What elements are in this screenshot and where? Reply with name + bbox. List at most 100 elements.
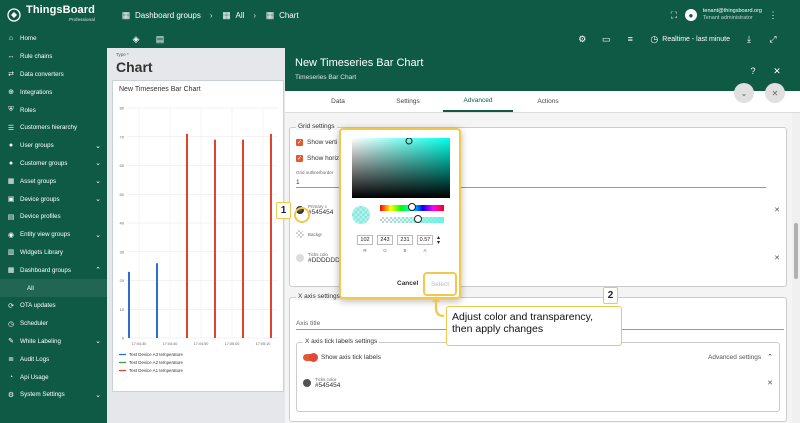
- chevron-up-icon[interactable]: ⌃: [95, 266, 101, 274]
- cancel-button[interactable]: Cancel: [397, 280, 418, 287]
- sidebar-item-data-converters[interactable]: ⇄ Data converters: [0, 66, 107, 84]
- green-input[interactable]: 243: [377, 235, 393, 245]
- chart-widget[interactable]: New Timeseries Bar Chart 0 10 20 30 40 50 60 70…: [112, 80, 284, 392]
- chevron-down-icon[interactable]: ⌄: [95, 177, 101, 185]
- red-input[interactable]: 102: [357, 235, 373, 245]
- sidebar-item-user-groups[interactable]: ● User groups ⌄: [0, 137, 107, 155]
- saturation-value-area[interactable]: [352, 138, 450, 198]
- sidebar-item-home[interactable]: ⌂ Home: [0, 30, 107, 48]
- clear-icon[interactable]: ✕: [774, 206, 780, 214]
- show-tick-labels-toggle[interactable]: [303, 352, 318, 362]
- show-horizontal-row[interactable]: ✓ Show horiz: [296, 155, 339, 162]
- alpha-slider-handle[interactable]: [414, 215, 422, 223]
- timewindow[interactable]: ◷ Realtime - last minute: [649, 34, 730, 44]
- blue-input[interactable]: 231: [397, 235, 413, 245]
- brand-logo[interactable]: ThingsBoard Professional: [0, 0, 107, 30]
- expand-icon[interactable]: ⤢: [768, 34, 778, 44]
- sidebar-item-customer-groups[interactable]: ● Customer groups ⌄: [0, 155, 107, 173]
- avatar[interactable]: ●: [684, 9, 697, 21]
- advanced-settings-link[interactable]: Advanced settings: [708, 354, 761, 361]
- panel-scrollbar[interactable]: [792, 113, 800, 423]
- outline-label: Grid outline/border: [296, 170, 334, 175]
- sidebar-item-label: Roles: [20, 106, 36, 114]
- chevron-down-icon[interactable]: ⌄: [95, 337, 101, 345]
- breadcrumb-separator: ›: [209, 10, 213, 20]
- show-tick-labels-row[interactable]: Show axis tick labels Advanced settings …: [303, 352, 773, 362]
- chevron-down-icon[interactable]: ⌄: [95, 195, 101, 203]
- breadcrumb-item-dashboard-groups[interactable]: Dashboard groups: [135, 11, 201, 20]
- sidebar-item-all[interactable]: All: [0, 279, 107, 297]
- breadcrumb-item-all[interactable]: All: [236, 11, 245, 20]
- download-icon[interactable]: ⤓: [744, 34, 754, 44]
- filter-icon[interactable]: ≡: [625, 34, 635, 44]
- more-vert-icon[interactable]: ⋮: [768, 10, 778, 20]
- x-axis-legend: X axis settings: [296, 293, 342, 300]
- clear-icon[interactable]: ✕: [774, 254, 780, 262]
- close-icon[interactable]: ✕: [772, 66, 782, 76]
- alpha-input[interactable]: 0.57: [417, 235, 433, 245]
- chevron-up-icon[interactable]: ⌃: [767, 353, 773, 361]
- tab-data[interactable]: Data: [303, 91, 373, 112]
- panel-header: New Timeseries Bar Chart Timeseries Bar …: [285, 48, 800, 91]
- tab-actions[interactable]: Actions: [513, 91, 583, 112]
- checkbox-checked-icon[interactable]: ✓: [296, 139, 303, 146]
- widgets-icon: ▥: [7, 249, 15, 257]
- user-info[interactable]: tenant@thingsboard.org Tenant administra…: [703, 8, 762, 22]
- select-button[interactable]: Select: [423, 272, 457, 296]
- clear-icon[interactable]: ✕: [767, 379, 773, 387]
- rule-chains-icon: ↔: [7, 53, 15, 61]
- bar: [242, 139, 244, 338]
- sidebar-item-scheduler[interactable]: ◷ Scheduler: [0, 315, 107, 333]
- sidebar-item-ota-updates[interactable]: ⟳ OTA updates: [0, 297, 107, 315]
- sidebar-item-audit-logs[interactable]: ≣ Audit Logs: [0, 350, 107, 368]
- sidebar-item-rule-chains[interactable]: ↔ Rule chains: [0, 48, 107, 66]
- sidebar-item-dashboard-groups[interactable]: ▦ Dashboard groups ⌃: [0, 261, 107, 279]
- alpha-slider[interactable]: [380, 217, 444, 223]
- help-icon[interactable]: ?: [748, 66, 758, 76]
- sidebar-item-customers-hierarchy[interactable]: ☰ Customers hierarchy: [0, 119, 107, 137]
- chevron-down-icon[interactable]: ⌄: [95, 142, 101, 150]
- sidebar-item-roles[interactable]: ⛨ Roles: [0, 101, 107, 119]
- sidebar-item-label: Home: [20, 35, 37, 43]
- legend-label: Test Device A3 temperature: [129, 352, 183, 357]
- dashboard-groups-icon: ▦: [121, 9, 131, 20]
- fullscreen-icon[interactable]: ⛶: [669, 10, 679, 20]
- panel-tabs: Data Settings Advanced Actions ⌄ ✕: [285, 83, 800, 113]
- chevron-down-icon[interactable]: ⌄: [95, 391, 101, 399]
- ticks-color-swatch[interactable]: [296, 254, 304, 262]
- palette-icon: ✎: [8, 338, 14, 346]
- sidebar-item-integrations[interactable]: ⊕ Integrations: [0, 83, 107, 101]
- settings-gear-icon[interactable]: ⚙: [577, 34, 587, 44]
- undo-icon[interactable]: ⌄: [734, 83, 754, 103]
- states-icon[interactable]: ▤: [155, 34, 165, 44]
- sidebar-item-system-settings[interactable]: ⚙ System Settings ⌄: [0, 386, 107, 404]
- tab-settings[interactable]: Settings: [373, 91, 443, 112]
- chevron-down-icon[interactable]: ⌄: [95, 159, 101, 167]
- checkbox-checked-icon[interactable]: ✓: [296, 155, 303, 162]
- bar: [156, 263, 158, 338]
- sidebar-item-white-labeling[interactable]: ✎ White Labeling ⌄: [0, 333, 107, 351]
- bar: [270, 133, 272, 338]
- scroll-thumb[interactable]: [794, 223, 798, 279]
- sidebar-item-entity-view-groups[interactable]: ◉ Entity view groups ⌄: [0, 226, 107, 244]
- step-2-callout: Adjust color and transparency, then appl…: [446, 306, 622, 346]
- sidebar-item-device-profiles[interactable]: ▤ Device profiles: [0, 208, 107, 226]
- sidebar-item-asset-groups[interactable]: ▦ Asset groups ⌄: [0, 172, 107, 190]
- sidebar-item-device-groups[interactable]: ▣ Device groups ⌄: [0, 190, 107, 208]
- tab-advanced[interactable]: Advanced: [443, 91, 513, 112]
- layers-icon[interactable]: ◈: [131, 34, 141, 44]
- sidebar-item-api-usage[interactable]: ◔ Api Usage: [0, 368, 107, 386]
- dashboard-title: Chart: [116, 59, 153, 75]
- aliases-icon[interactable]: ▭: [601, 34, 611, 44]
- sidebar-item-label: System Settings: [20, 391, 65, 399]
- background-color-swatch[interactable]: [296, 230, 304, 238]
- show-vertical-row[interactable]: ✓ Show verti: [296, 139, 337, 146]
- apply-icon[interactable]: ✕: [765, 83, 785, 103]
- x-ticks-color-swatch[interactable]: [303, 379, 311, 387]
- sidebar-item-widgets-library[interactable]: ▥ Widgets Library: [0, 244, 107, 262]
- grid-settings-legend: Grid settings: [296, 123, 337, 130]
- chevron-down-icon[interactable]: ⌄: [95, 231, 101, 239]
- hue-slider-handle[interactable]: [408, 203, 416, 211]
- mode-toggle-icon[interactable]: ▴ ▾: [437, 235, 440, 253]
- x-ticks-color-field[interactable]: Ticks color #545454 ✕: [303, 377, 773, 389]
